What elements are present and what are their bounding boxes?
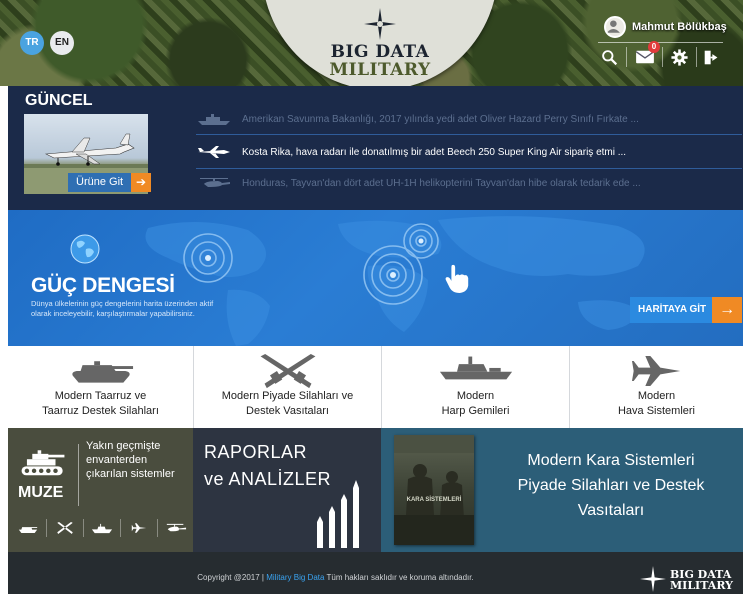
divider — [196, 134, 742, 135]
compass-star-icon — [640, 566, 666, 592]
footer: Copyright @2017 | Military Big Data Tüm … — [8, 552, 743, 594]
message-count-badge: 0 — [648, 41, 660, 53]
arrow-right-icon: → — [712, 297, 743, 323]
reports-title-line1: RAPORLAR — [204, 442, 308, 462]
land-systems-line2: Piyade Silahları ve Destek — [517, 477, 705, 494]
divider — [626, 47, 627, 67]
news-item[interactable]: Amerikan Savunma Bakanlığı, 2017 yılında… — [196, 108, 741, 130]
footer-logo-line2[interactable]: MILITARY — [670, 580, 733, 591]
category-label-line1: Modern — [456, 390, 495, 402]
news-section: GÜNCEL Ürüne Git ➔ Amerikan Savunma Baka… — [8, 86, 743, 210]
divider — [662, 47, 663, 67]
news-item[interactable]: Kosta Rika, hava radarı ile donatılmış b… — [196, 141, 741, 163]
power-balance-banner[interactable]: GÜÇ DENGESİ Dünya ülkelerinin güç dengel… — [8, 210, 743, 346]
divider — [120, 519, 121, 537]
copyright-text: Copyright @2017 | Military Big Data Tüm … — [8, 573, 663, 582]
power-balance-title: GÜÇ DENGESİ — [31, 274, 175, 297]
logout-icon[interactable] — [700, 46, 722, 68]
globe-icon — [70, 234, 100, 264]
warship-icon — [439, 356, 512, 380]
copyright-prefix: Copyright @2017 | — [197, 573, 264, 582]
jet-icon[interactable] — [125, 520, 153, 536]
category-infantry-weapons[interactable]: Modern Piyade Silahları ve Destek Vasıtal… — [194, 346, 382, 428]
divider — [196, 168, 742, 169]
news-item[interactable]: Honduras, Tayvan'dan dört adet UH-1H hel… — [196, 172, 741, 194]
category-attack-weapons[interactable]: Modern Taarruz ve Taarruz Destek Silahlar… — [8, 346, 194, 428]
category-label-line1: Modern Taarruz ve — [54, 390, 147, 402]
site-header: BIG DATA MILITARY TR EN Mahmut Bölükbaş … — [0, 0, 743, 86]
book-title: KARA SİSTEMLERİ — [407, 496, 462, 503]
search-icon[interactable] — [598, 46, 620, 68]
user-profile[interactable]: Mahmut Bölükbaş — [604, 15, 727, 39]
tank-icon[interactable] — [14, 520, 42, 536]
product-link-label: Ürüne Git — [68, 173, 132, 192]
category-label-line1: Modern Piyade Silahları ve — [221, 390, 354, 402]
missiles-icon — [317, 480, 359, 548]
divider — [598, 42, 723, 43]
divider — [78, 444, 79, 506]
category-label-line2: Hava Sistemleri — [617, 405, 696, 417]
go-to-map-button[interactable]: HARİTAYA GİT → — [630, 297, 743, 323]
tank-icon — [71, 361, 133, 383]
helicopter-icon — [200, 178, 230, 187]
logo-text-line2[interactable]: MILITARY — [300, 60, 460, 80]
museum-tile[interactable]: Yakın geçmişte envanterden çıkarılan sis… — [8, 428, 193, 552]
land-systems-title: Modern Kara Sistemleri Piyade Silahları … — [496, 448, 726, 523]
arrow-right-icon: ➔ — [131, 173, 152, 192]
book-cover: KARA SİSTEMLERİ — [394, 435, 474, 545]
ship-icon — [198, 114, 230, 125]
plane-icon — [198, 146, 230, 158]
mail-icon[interactable]: 0 — [634, 41, 660, 68]
fighter-jet-icon — [631, 356, 680, 386]
land-systems-line1: Modern Kara Sistemleri — [527, 452, 695, 469]
ship-icon[interactable] — [88, 520, 116, 536]
hand-pointer-icon — [445, 264, 469, 293]
museum-description: Yakın geçmişte envanterden çıkarılan sis… — [86, 440, 175, 480]
divider — [696, 47, 697, 67]
crossed-rifles-icon — [260, 354, 315, 389]
rifles-icon[interactable] — [51, 520, 79, 536]
divider — [157, 519, 158, 537]
logo-text-line1[interactable]: BIG DATA — [300, 42, 460, 62]
reports-tile[interactable]: RAPORLAR ve ANALİZLER — [193, 428, 381, 552]
compass-star-icon — [364, 8, 396, 40]
news-text: Kosta Rika, hava radarı ile donatılmış b… — [242, 146, 627, 158]
gear-icon[interactable] — [668, 46, 690, 68]
news-text: Honduras, Tayvan'dan dört adet UH-1H hel… — [242, 177, 641, 189]
category-row: Modern Taarruz ve Taarruz Destek Silahlar… — [0, 346, 743, 428]
land-systems-line3: Vasıtaları — [577, 502, 645, 519]
helicopter-icon[interactable] — [162, 520, 190, 536]
copyright-suffix: Tüm hakları saklıdır ve koruma altındadı… — [326, 573, 474, 582]
category-label-line2: Destek Vasıtaları — [246, 405, 329, 417]
museum-tank-icon — [21, 450, 65, 476]
go-to-map-label: HARİTAYA GİT — [630, 297, 713, 323]
power-balance-description: Dünya ülkelerinin güç dengelerini harita… — [31, 299, 214, 318]
category-label-line2: Harp Gemileri — [441, 405, 510, 417]
avatar — [604, 16, 626, 38]
copyright-link[interactable]: Military Big Data — [266, 573, 324, 582]
language-tr-button[interactable]: TR — [20, 31, 44, 55]
category-warships[interactable]: Modern Harp Gemileri — [382, 346, 570, 428]
product-link-button[interactable]: Ürüne Git ➔ — [68, 173, 152, 192]
news-text: Amerikan Savunma Bakanlığı, 2017 yılında… — [242, 113, 639, 125]
museum-icon-bar — [14, 518, 190, 538]
land-systems-tile[interactable]: KARA SİSTEMLERİ Modern Kara Sistemleri P… — [381, 428, 743, 552]
museum-title: MUZE — [18, 484, 64, 501]
category-label-line1: Modern — [637, 390, 676, 402]
news-section-title: GÜNCEL — [25, 92, 93, 109]
divider — [46, 519, 47, 537]
user-name[interactable]: Mahmut Bölükbaş — [632, 21, 727, 33]
language-en-button[interactable]: EN — [50, 31, 74, 55]
category-label-line2: Taarruz Destek Silahları — [42, 405, 159, 417]
category-air-systems[interactable]: Modern Hava Sistemleri — [570, 346, 743, 428]
divider — [83, 519, 84, 537]
